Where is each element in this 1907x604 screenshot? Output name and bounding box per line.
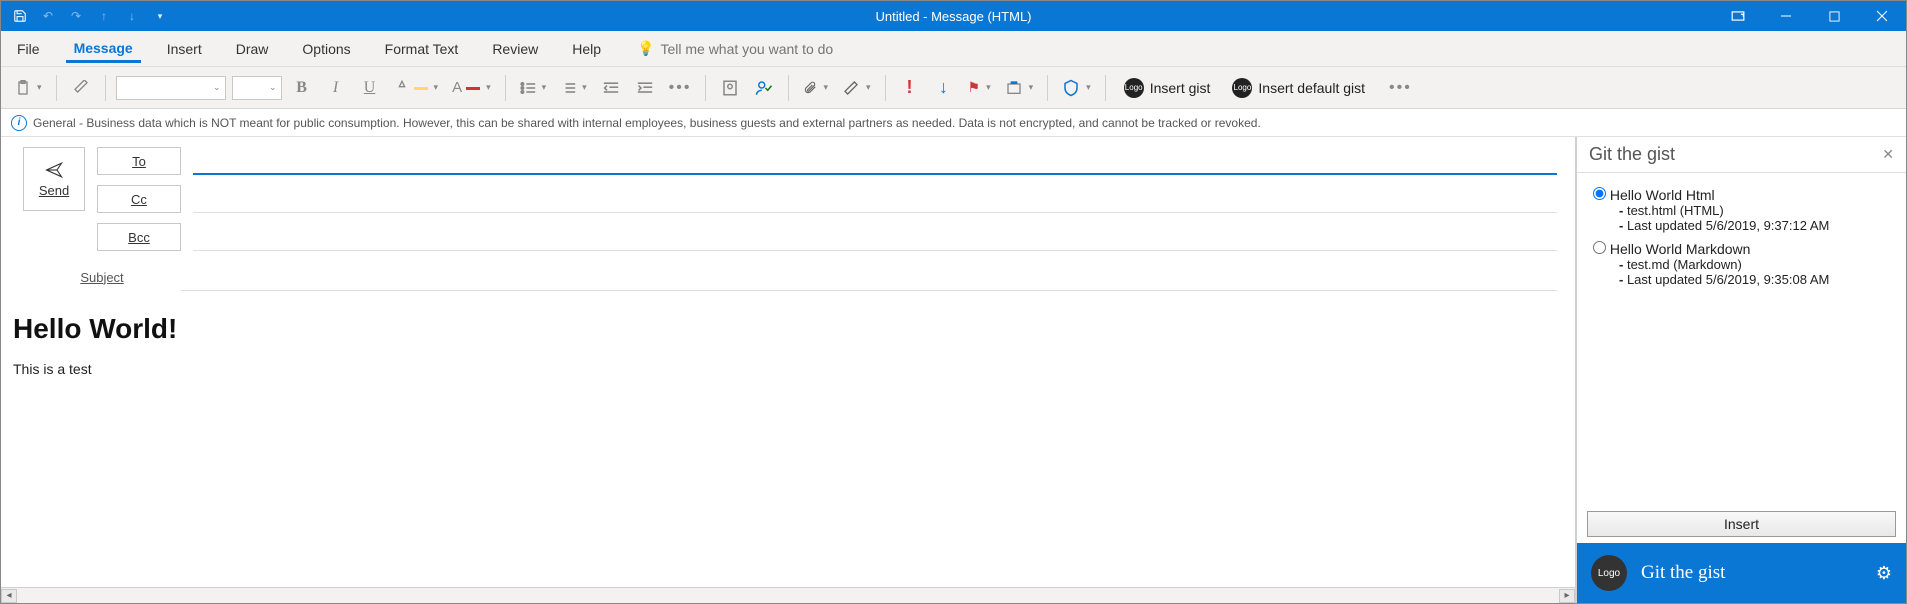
to-button[interactable]: To [97,147,181,175]
gist-logo-icon: Logo [1232,78,1252,98]
qat-customize-icon[interactable]: ▾ [147,3,173,29]
pane-title: Git the gist [1589,144,1675,165]
insert-default-gist-button[interactable]: Logo Insert default gist [1224,73,1373,103]
pane-insert-button[interactable]: Insert [1587,511,1896,537]
ribbon-overflow-icon[interactable]: ••• [1385,74,1416,102]
save-icon[interactable] [7,3,33,29]
ribbon-display-options-icon[interactable] [1714,1,1762,31]
cc-input[interactable] [193,185,1557,213]
gist-radio[interactable] [1593,241,1606,254]
titlebar: ↶ ↷ ↑ ↓ ▾ Untitled - Message (HTML) [1,1,1906,31]
pane-logo-icon: Logo [1591,555,1627,591]
send-label: Send [39,183,69,198]
font-color-button[interactable]: A▾ [448,74,495,102]
follow-up-button[interactable]: ⚑▾ [964,74,995,102]
gist-name: Hello World Markdown [1610,241,1751,257]
tab-file[interactable]: File [9,35,48,63]
tab-draw[interactable]: Draw [228,35,277,63]
send-icon [43,161,65,179]
tell-me[interactable]: 💡 [637,40,880,57]
send-button[interactable]: Send [23,147,85,211]
to-input[interactable] [193,147,1557,175]
tell-me-input[interactable] [660,41,880,57]
address-book-button[interactable] [716,74,744,102]
tab-help[interactable]: Help [564,35,609,63]
tab-insert[interactable]: Insert [159,35,210,63]
undo-icon[interactable]: ↶ [35,3,61,29]
close-button[interactable] [1858,1,1906,31]
gist-name: Hello World Html [1610,187,1715,203]
font-family-select[interactable]: ⌄ [116,76,226,100]
compose-area: Send To Cc Bcc [1,137,1576,603]
font-size-select[interactable]: ⌄ [232,76,282,100]
pane-footer: Logo Git the gist ⚙ [1577,543,1906,603]
assign-policy-button[interactable]: ▾ [1001,74,1038,102]
horizontal-scrollbar[interactable]: ◂ ▸ [1,587,1575,603]
indent-button[interactable] [631,74,659,102]
subject-label: Subject [23,270,181,285]
outdent-button[interactable] [597,74,625,102]
lightbulb-icon: 💡 [637,40,654,57]
sensitivity-button[interactable]: ▾ [1058,74,1095,102]
gist-logo-icon: Logo [1124,78,1144,98]
arrow-down-icon[interactable]: ↓ [119,3,145,29]
bcc-input[interactable] [193,223,1557,251]
message-body[interactable]: Hello World! This is a test [1,295,1575,587]
signature-button[interactable]: ▾ [838,74,875,102]
tab-review[interactable]: Review [484,35,546,63]
gist-radio[interactable] [1593,187,1606,200]
pane-footer-name: Git the gist [1641,562,1725,584]
infobar-text: General - Business data which is NOT mea… [33,116,1261,130]
gist-file: test.md (Markdown) [1619,257,1890,272]
highlight-button[interactable]: ▾ [390,74,443,102]
maximize-button[interactable] [1810,1,1858,31]
gist-option[interactable]: Hello World Html test.html (HTML) Last u… [1593,187,1890,233]
subject-input[interactable] [181,263,1557,291]
cc-button[interactable]: Cc [97,185,181,213]
bcc-button[interactable]: Bcc [97,223,181,251]
check-names-button[interactable] [750,74,778,102]
importance-low-icon[interactable]: ↓ [930,74,958,102]
tab-message[interactable]: Message [66,34,141,63]
quick-access-toolbar: ↶ ↷ ↑ ↓ ▾ [1,3,173,29]
importance-high-icon[interactable]: ! [896,74,924,102]
attach-file-button[interactable]: ▾ [799,74,832,102]
ribbon-toolbar: ▾ ⌄ ⌄ B I U ▾ A▾ ▾ ▾ ••• ▾ ▾ ! ↓ ⚑▾ ▾ ▾ … [1,67,1906,109]
pane-close-icon[interactable]: ✕ [1882,146,1894,163]
tab-options[interactable]: Options [294,35,358,63]
scroll-right-icon[interactable]: ▸ [1559,589,1575,603]
gist-option[interactable]: Hello World Markdown test.md (Markdown) … [1593,241,1890,287]
arrow-up-icon[interactable]: ↑ [91,3,117,29]
pane-body: Hello World Html test.html (HTML) Last u… [1577,173,1906,505]
redo-icon[interactable]: ↷ [63,3,89,29]
numbering-button[interactable]: ▾ [556,74,591,102]
format-painter-button[interactable] [67,74,95,102]
more-formatting-icon[interactable]: ••• [665,74,696,102]
italic-button[interactable]: I [322,74,350,102]
insert-gist-button[interactable]: Logo Insert gist [1116,73,1219,103]
window-title: Untitled - Message (HTML) [875,9,1031,24]
sensitivity-infobar: i General - Business data which is NOT m… [1,109,1906,137]
body-heading: Hello World! [13,313,1563,345]
insert-default-gist-label: Insert default gist [1258,80,1365,96]
gist-updated: Last updated 5/6/2019, 9:37:12 AM [1619,218,1890,233]
bullets-button[interactable]: ▾ [516,74,551,102]
settings-icon[interactable]: ⚙ [1876,563,1892,584]
body-text: This is a test [13,361,1563,377]
gist-file: test.html (HTML) [1619,203,1890,218]
task-pane: Git the gist ✕ Hello World Html test.htm… [1576,137,1906,603]
gist-updated: Last updated 5/6/2019, 9:35:08 AM [1619,272,1890,287]
ribbon-tabs: File Message Insert Draw Options Format … [1,31,1906,67]
minimize-button[interactable] [1762,1,1810,31]
underline-button[interactable]: U [356,74,384,102]
paste-button[interactable]: ▾ [11,74,46,102]
bold-button[interactable]: B [288,74,316,102]
insert-gist-label: Insert gist [1150,80,1211,96]
info-icon: i [11,115,27,131]
scroll-left-icon[interactable]: ◂ [1,589,17,603]
tab-format-text[interactable]: Format Text [377,35,467,63]
